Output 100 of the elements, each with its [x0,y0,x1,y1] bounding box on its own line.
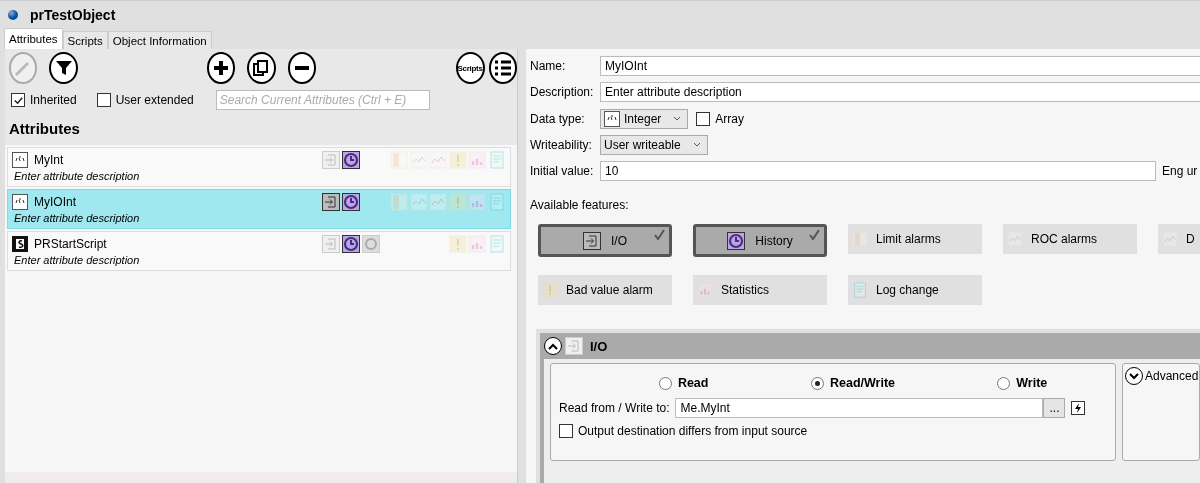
attribute-row[interactable]: MyInt Enter attribute description [7,147,511,187]
feature-button[interactable]: I/O [538,224,672,257]
field-label: Eng ur [1162,163,1198,178]
browse-button[interactable]: ... [1043,398,1066,418]
data-type-dropdown[interactable]: Integer [600,108,689,129]
bar-chart-icon [468,235,487,253]
exclamation-icon [448,193,467,211]
trend-icon [1007,231,1023,247]
add-button[interactable] [206,52,236,84]
document-icon [488,193,506,211]
feature-button[interactable]: Limit alarms [848,224,982,254]
chevron-icon [1129,372,1139,380]
checkbox-label: User extended [115,93,194,107]
radio-label: Write [1016,376,1048,390]
checkbox[interactable] [559,424,573,438]
remove-button[interactable] [287,52,317,84]
checkbox-label: Output destination differs from input source [578,424,808,438]
document-icon [852,282,868,298]
tab[interactable]: Scripts [62,31,108,49]
clock-icon [727,231,746,250]
description-field[interactable]: Enter attribute description [600,82,1200,103]
lightning-icon [1071,401,1086,415]
caret-icon [673,116,682,121]
section-title: I/O [590,338,608,354]
checkbox-label: Array [715,111,745,126]
trend-icon [1162,231,1178,247]
document-icon [488,235,506,253]
field-label: Read from / Write to: [559,401,670,415]
level-icon [390,193,409,211]
exclamation-icon [542,282,558,298]
attribute-description: Enter attribute description [13,170,141,182]
list-icon [492,59,513,77]
initial-value-field[interactable]: 10 [600,160,1156,181]
collapse-button[interactable] [544,337,562,355]
gauge-icon [12,194,28,210]
checkbox[interactable] [96,93,111,107]
scripts-button[interactable]: Scripts [455,52,485,84]
features-label: Available features: [530,197,630,214]
checkbox-label: Inherited [30,93,77,107]
list-button[interactable] [488,52,517,84]
feature-button[interactable]: Log change [848,275,982,305]
gauge-icon [604,110,620,127]
field-label: Data type: [530,111,586,126]
tab[interactable]: Attributes [4,28,63,49]
chevron-icon [548,342,558,350]
attribute-name: PRStartScript [34,237,108,251]
attribute-row[interactable]: PRStartScript Enter attribute description [7,231,511,271]
script-icon [12,236,28,252]
bar-chart-icon [468,151,487,169]
feature-button[interactable]: History [693,224,827,257]
document-icon [488,151,506,169]
attribute-name: MyIOInt [34,195,77,209]
exclamation-icon [448,235,467,253]
minus-icon [293,66,310,70]
level-icon [852,231,868,247]
filter-icon [53,58,74,78]
feature-button[interactable]: D [1158,224,1200,254]
attribute-row[interactable]: MyIOInt Enter attribute description [7,189,511,229]
radio-button[interactable] [810,376,824,390]
level-icon [390,151,409,169]
writeability-dropdown[interactable]: User writeable [600,134,708,155]
copy-icon [252,59,271,77]
sphere-icon [8,9,18,20]
bar-chart-icon [697,282,713,298]
checkbox[interactable] [11,93,25,107]
plus-icon [212,59,230,77]
section-heading: Attributes [5,110,517,145]
exclamation-icon [448,151,467,169]
name-field[interactable]: MyIOInt [600,56,1200,77]
radio-button[interactable] [658,376,672,390]
import-icon [583,231,601,250]
source-field[interactable]: Me.MyInt [675,398,1044,418]
trend-icon [409,193,428,211]
trend-icon [429,151,448,169]
field-label: Initial value: [530,163,595,178]
filter-button[interactable] [49,52,78,84]
field-label: Name: [530,59,567,74]
advanced-button[interactable]: Advanced [1123,364,1200,388]
trend-icon [409,151,428,169]
trend-icon [429,193,448,211]
check-icon [654,229,665,240]
radio-label: Read [677,376,709,390]
gauge-icon [12,152,28,168]
attribute-name: MyInt [34,153,65,167]
checkbox[interactable] [696,111,711,126]
field-label: Writeability: [530,137,593,152]
import-icon [565,337,583,355]
duplicate-button[interactable] [247,52,276,84]
feature-button[interactable]: Statistics [693,275,827,305]
radio-button[interactable] [997,376,1011,390]
bar-chart-icon [468,193,487,211]
window-title: prTestObject [30,6,116,23]
feature-button[interactable]: ROC alarms [1003,224,1137,254]
tab[interactable]: Object Information [107,31,212,49]
field-label: Description: [530,85,595,100]
caret-icon [692,142,701,148]
feature-button[interactable]: Bad value alarm [538,275,672,305]
attribute-description: Enter attribute description [13,254,141,266]
search-field[interactable]: Search Current Attributes (Ctrl + E) [215,90,430,110]
attribute-description: Enter attribute description [13,212,141,224]
